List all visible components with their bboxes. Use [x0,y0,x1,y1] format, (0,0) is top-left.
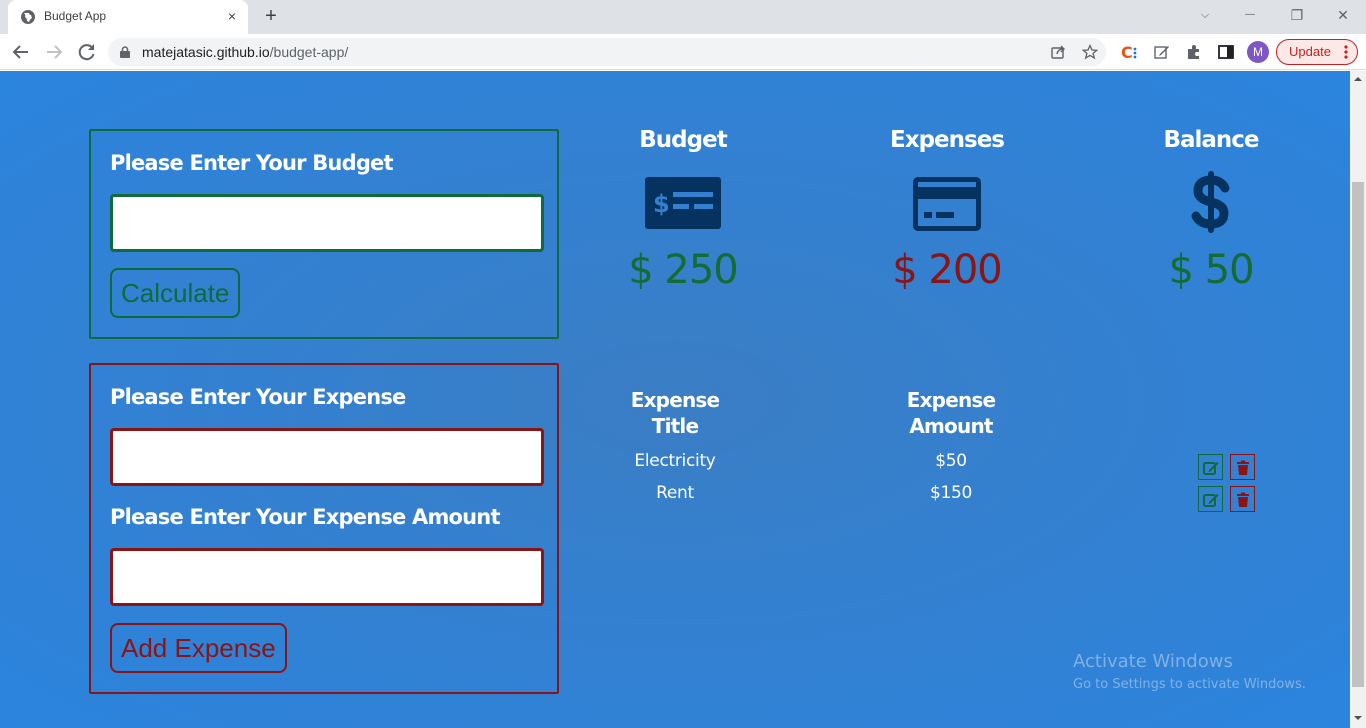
expense-row-title: Electricity [634,451,716,471]
balance-title: Balance [1163,127,1259,153]
tab-search-icon[interactable]: ⌵ [1193,4,1217,26]
tab-title: Budget App [44,9,107,23]
more-menu-icon[interactable] [1344,45,1348,59]
edit-icon [1203,462,1219,475]
expenses-title: Expenses [890,127,1005,153]
minimize-button[interactable]: — [1238,4,1262,26]
edit-extension-icon[interactable] [1153,43,1171,61]
budget-input[interactable] [110,194,544,252]
delete-expense-button[interactable] [1230,486,1255,512]
edit-icon [1203,494,1219,507]
expenses-value: $ 200 [892,247,1003,293]
side-panel-icon[interactable] [1217,43,1235,61]
expense-title-input[interactable] [110,428,544,486]
share-icon[interactable] [1050,44,1066,60]
extensions-puzzle-icon[interactable] [1185,43,1203,61]
new-tab-button[interactable]: + [260,5,282,27]
activate-windows-title: Activate Windows [1073,651,1233,672]
svg-text:$: $ [653,190,670,218]
tab-close-icon[interactable]: × [224,8,240,24]
activate-windows-subtitle: Go to Settings to activate Windows. [1073,677,1306,692]
expense-form: Please Enter Your Expense Please Enter Y… [89,363,559,694]
extension-c-icon[interactable]: C [1121,43,1139,61]
balance-value: $ 50 [1168,247,1254,293]
add-expense-button[interactable]: Add Expense [110,623,287,673]
edit-expense-button[interactable] [1198,454,1223,480]
balance-summary: Balance $ 50 [1111,127,1311,293]
browser-toolbar: matejatasic.github.io/budget-app/ C M Up… [0,34,1366,70]
calculate-button[interactable]: Calculate [110,268,241,318]
scroll-up-arrow-icon[interactable] [1354,77,1362,81]
expense-amount-input[interactable] [110,548,544,606]
page-scrollbar[interactable] [1350,71,1366,728]
budget-summary: Budget $ $ 250 [583,127,783,293]
expense-row-title: Rent [656,483,694,503]
lock-icon [120,46,130,58]
browser-tab[interactable]: Budget App × [8,0,248,34]
back-icon[interactable] [9,40,33,64]
trash-icon [1237,492,1249,507]
restore-button[interactable]: ❐ [1285,4,1309,26]
bookmark-star-icon[interactable] [1082,44,1098,60]
dollar-sign-icon [1191,171,1230,233]
address-bar[interactable]: matejatasic.github.io/budget-app/ [108,38,1106,66]
update-button[interactable]: Update [1276,39,1358,65]
edit-expense-button[interactable] [1198,486,1223,512]
expense-title-header: Expense Title [630,388,720,438]
budget-app-page: Please Enter Your Budget Calculate Pleas… [0,71,1350,728]
forward-icon[interactable] [42,40,66,64]
scrollbar-thumb[interactable] [1352,182,1364,687]
expenses-summary: Expenses $ 200 [847,127,1047,293]
url-text: matejatasic.github.io/budget-app/ [142,44,349,60]
reload-icon[interactable] [75,40,99,64]
browser-tab-bar: Budget App × + ⌵ — ❐ ✕ [0,0,1366,34]
budget-form: Please Enter Your Budget Calculate [89,129,559,339]
delete-expense-button[interactable] [1230,454,1255,480]
update-label: Update [1289,44,1331,59]
expense-label: Please Enter Your Expense [110,385,406,409]
scroll-down-arrow-icon[interactable] [1354,716,1362,720]
budget-title: Budget [639,127,727,153]
globe-icon [21,10,35,24]
expense-row-amount: $50 [935,451,967,471]
expense-row-amount: $150 [929,483,973,503]
budget-label: Please Enter Your Budget [110,151,394,175]
window-close-button[interactable]: ✕ [1331,4,1355,26]
credit-card-icon [913,177,981,231]
svg-text:C: C [1121,43,1133,61]
budget-value: $ 250 [628,247,739,293]
profile-avatar[interactable]: M [1247,41,1269,63]
money-check-icon: $ [645,177,721,229]
trash-icon [1237,460,1249,475]
expense-amount-label: Please Enter Your Expense Amount [110,505,501,529]
expense-amount-header: Expense Amount [906,388,996,438]
